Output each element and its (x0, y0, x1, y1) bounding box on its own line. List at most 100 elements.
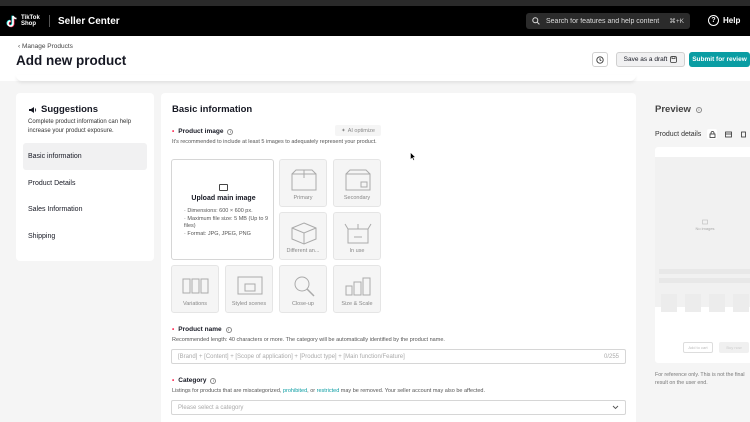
clock-icon (596, 55, 604, 64)
skeleton-line (659, 269, 750, 274)
top-navigation-bar: TikTok Shop Seller Center Search for fea… (0, 6, 750, 36)
no-image-icon (702, 219, 708, 225)
sparkle-icon: ✦ (341, 127, 346, 134)
skeleton-thumbnail (709, 294, 725, 312)
image-slot-styled-scenes[interactable]: Styled scenes (225, 265, 273, 313)
character-counter: 0/255 (603, 353, 619, 360)
slot-label: Size & Scale (341, 301, 373, 307)
header-card-edge (16, 75, 636, 81)
preview-tabs: Product details (655, 129, 749, 139)
image-slot-close-up[interactable]: Close-up (279, 265, 327, 313)
suggestions-title-text: Suggestions (41, 104, 99, 115)
box-back-icon (345, 169, 371, 191)
upload-main-image-dropzone[interactable]: Upload main image · Dimensions: 600 × 60… (171, 159, 274, 260)
image-slot-size-scale[interactable]: Size & Scale (333, 265, 381, 313)
product-name-hint: Recommended length: 40 characters or mor… (172, 337, 445, 343)
preview-image-placeholder: No images (655, 157, 750, 307)
category-placeholder: Please select a category (178, 404, 244, 411)
category-select[interactable]: Please select a category (171, 400, 626, 415)
lock-icon[interactable] (707, 129, 718, 139)
skeleton-line (659, 278, 750, 283)
nav-item-product-details[interactable]: Product Details (23, 170, 147, 197)
info-icon[interactable]: i (227, 128, 234, 135)
no-images-label: No images (695, 226, 715, 231)
search-shortcut: ⌘+K (669, 18, 684, 25)
product-image-hint: It's recommended to include at least 5 i… (172, 139, 377, 145)
image-slot-in-use[interactable]: In use (333, 212, 381, 260)
scale-icon (345, 277, 371, 296)
app-name: Seller Center (58, 15, 120, 27)
image-slot-different-angle[interactable]: Different an... (279, 212, 327, 260)
page-title: Add new product (16, 53, 127, 68)
tiktok-shop-logo[interactable]: TikTok Shop (6, 15, 41, 28)
no-images-placeholder: No images (688, 219, 722, 231)
section-title: Basic information (172, 104, 253, 115)
buy-now-button: Buy now (719, 342, 749, 353)
search-input[interactable]: Search for features and help content ⌘+K (526, 13, 690, 29)
slot-label: Primary (293, 195, 313, 201)
image-slot-secondary[interactable]: Secondary (333, 159, 381, 207)
help-button[interactable]: ? Help (708, 15, 740, 26)
skeleton-thumbnail (661, 294, 677, 312)
card-view-icon[interactable] (723, 129, 733, 139)
prohibited-link[interactable]: prohibited (283, 388, 307, 394)
submit-for-review-button[interactable]: Submit for review (689, 52, 750, 67)
phone-preview: No images Add to cart Buy now (655, 147, 750, 363)
info-icon[interactable]: i (225, 326, 232, 333)
list-view-icon[interactable] (739, 129, 749, 139)
preview-disclaimer: For reference only. This is not the fina… (655, 372, 745, 386)
tab-product-details[interactable]: Product details (655, 131, 701, 138)
variations-icon (182, 278, 209, 294)
slot-label: Secondary (343, 195, 371, 201)
upload-requirements: · Dimensions: 600 × 600 px. · Maximum fi… (184, 208, 272, 238)
skeleton-thumbnail (685, 294, 701, 312)
product-name-placeholder: [Brand] + [Content] + [Scope of applicat… (178, 353, 405, 360)
info-icon[interactable]: i (210, 377, 217, 384)
slot-label: Different an... (286, 248, 320, 254)
save-draft-button[interactable]: Save as a draft (616, 52, 685, 67)
required-marker: • (172, 128, 175, 135)
add-to-cart-button: Add to cart (683, 342, 713, 353)
box-angle-icon (291, 222, 317, 245)
nav-item-sales-information[interactable]: Sales Information (23, 196, 147, 223)
product-image-label-text: Product image (178, 128, 224, 135)
product-name-label: • Product name i (172, 326, 232, 333)
save-draft-label: Save as a draft (623, 56, 668, 63)
basic-information-section: Basic information • Product image i ✦ AI… (161, 93, 636, 422)
category-hint-text: may be removed. Your seller account may … (339, 388, 485, 394)
image-slot-variations[interactable]: Variations (171, 265, 219, 313)
nav-item-basic-information[interactable]: Basic information (23, 143, 147, 170)
suggestions-nav: Basic information Product Details Sales … (23, 143, 147, 250)
nav-item-shipping[interactable]: Shipping (23, 223, 147, 250)
category-label: • Category i (172, 377, 217, 384)
breadcrumb-manage-products[interactable]: ‹ Manage Products (18, 43, 73, 50)
product-name-label-text: Product name (178, 326, 222, 333)
upload-main-image-title: Upload main image (191, 195, 256, 202)
magnifier-icon (294, 276, 315, 297)
topbar-divider (49, 15, 50, 27)
required-marker: • (172, 377, 175, 384)
image-icon (219, 184, 228, 191)
upload-requirement: · Format: JPG, JPEG, PNG (184, 230, 251, 237)
preview-panel: Preview i Product details No images Add … (645, 93, 750, 422)
category-label-text: Category (178, 377, 207, 384)
logo-text: TikTok Shop (21, 15, 40, 27)
tiktok-logo-icon (6, 15, 17, 27)
restricted-link[interactable]: restricted (317, 388, 340, 394)
slot-label: Variations (182, 301, 208, 307)
image-slot-primary[interactable]: Primary (279, 159, 327, 207)
category-hint: Listings for products that are miscatego… (172, 388, 632, 396)
mouse-cursor-icon (410, 152, 416, 161)
help-icon: ? (708, 15, 719, 26)
ai-optimize-button[interactable]: ✦ AI optimize (335, 125, 381, 136)
suggestions-title: Suggestions (28, 104, 98, 115)
product-name-input[interactable]: [Brand] + [Content] + [Scope of applicat… (171, 349, 626, 364)
product-image-label: • Product image i (172, 128, 234, 135)
preview-title: Preview i (655, 104, 702, 115)
info-icon[interactable]: i (695, 106, 702, 113)
box-open-icon (344, 223, 372, 244)
history-button[interactable] (592, 52, 608, 67)
upload-requirement: · Maximum file size: 5 MB (Up to 9 files… (184, 215, 269, 230)
category-hint-text: , or (307, 388, 317, 394)
help-label: Help (723, 16, 741, 25)
